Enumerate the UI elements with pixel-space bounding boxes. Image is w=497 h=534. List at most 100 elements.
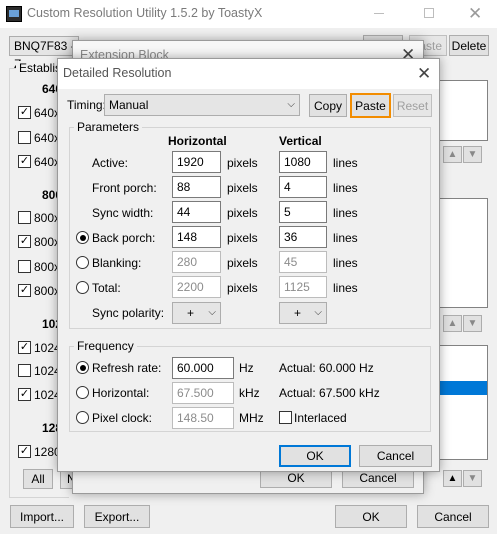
horizontal-frequency-label: Horizontal:: [92, 386, 150, 400]
res-checkbox-800-3[interactable]: [18, 260, 31, 273]
horizontal-column-header: Horizontal: [168, 134, 227, 148]
res-checkbox-800-2[interactable]: ✓: [18, 235, 31, 248]
dialog-ok-button[interactable]: OK: [279, 445, 351, 467]
cta-down-button[interactable]: ▼: [463, 315, 482, 332]
total-vertical-unit: lines: [333, 281, 358, 295]
blanking-label: Blanking:: [92, 256, 142, 270]
import-button[interactable]: Import...: [10, 505, 74, 528]
res-checkbox-800-4[interactable]: ✓: [18, 284, 31, 297]
blanking-horizontal-input[interactable]: 280: [172, 251, 221, 273]
maximize-icon[interactable]: [424, 8, 434, 18]
res-checkbox-800-1[interactable]: [18, 211, 31, 224]
refresh-rate-unit: Hz: [239, 361, 254, 375]
sync-polarity-label: Sync polarity:: [92, 306, 165, 320]
horizontal-frequency-unit: kHz: [239, 386, 260, 400]
refresh-rate-input[interactable]: 60.000: [172, 357, 234, 379]
timing-select[interactable]: Manual ⌵: [104, 94, 300, 116]
total-horizontal-input[interactable]: 2200: [172, 276, 221, 298]
horizontal-frequency-input[interactable]: 67.500: [172, 382, 234, 404]
close-icon[interactable]: ✕: [468, 5, 482, 22]
extension-up-button[interactable]: ▲: [443, 470, 462, 487]
copy-button[interactable]: Copy: [309, 94, 347, 117]
active-label: Active:: [92, 156, 129, 170]
back-porch-horizontal-unit: pixels: [227, 231, 258, 245]
back-porch-vertical-input[interactable]: 36: [279, 226, 327, 248]
vertical-polarity-select[interactable]: + ⌵: [279, 302, 327, 324]
back-porch-horizontal-input[interactable]: 148: [172, 226, 221, 248]
paste-button[interactable]: Paste: [350, 93, 391, 118]
front-porch-vertical-unit: lines: [333, 181, 358, 195]
total-radio[interactable]: [76, 281, 89, 294]
interlaced-checkbox[interactable]: [279, 411, 292, 424]
back-porch-label: Back porch:: [92, 231, 156, 245]
main-cancel-button[interactable]: Cancel: [417, 505, 489, 528]
chevron-down-icon: ⌵: [208, 307, 216, 318]
dialog-cancel-button[interactable]: Cancel: [359, 445, 432, 467]
dialog-title-bar: Detailed Resolution ✕: [58, 59, 439, 89]
sync-width-horizontal-unit: pixels: [227, 206, 258, 220]
main-title-bar: Custom Resolution Utility 1.5.2 by Toast…: [0, 0, 497, 28]
detailed-up-button[interactable]: ▲: [443, 146, 462, 163]
timing-label: Timing:: [67, 98, 106, 112]
active-horizontal-input[interactable]: 1920: [172, 151, 221, 173]
detailed-down-button[interactable]: ▼: [463, 146, 482, 163]
res-checkbox-640-3[interactable]: ✓: [18, 155, 31, 168]
total-horizontal-unit: pixels: [227, 281, 258, 295]
blanking-horizontal-unit: pixels: [227, 256, 258, 270]
total-label: Total:: [92, 281, 121, 295]
front-porch-horizontal-input[interactable]: 88: [172, 176, 221, 198]
dialog-close-icon[interactable]: ✕: [417, 65, 431, 82]
refresh-rate-label: Refresh rate:: [92, 361, 162, 375]
pixel-clock-unit: MHz: [239, 411, 264, 425]
main-delete-button[interactable]: Delete: [449, 35, 489, 56]
res-checkbox-640-1[interactable]: ✓: [18, 106, 31, 119]
main-window-title: Custom Resolution Utility 1.5.2 by Toast…: [27, 6, 263, 20]
blanking-vertical-unit: lines: [333, 256, 358, 270]
res-checkbox-640-2[interactable]: [18, 131, 31, 144]
res-checkbox-1024-1[interactable]: ✓: [18, 341, 31, 354]
app-icon: [6, 6, 22, 22]
active-vertical-input[interactable]: 1080: [279, 151, 327, 173]
front-porch-vertical-input[interactable]: 4: [279, 176, 327, 198]
pixel-clock-radio[interactable]: [76, 411, 89, 424]
detailed-resolution-dialog: Detailed Resolution ✕ Timing: Manual ⌵ C…: [57, 58, 440, 472]
dialog-title: Detailed Resolution: [63, 66, 172, 80]
pixel-clock-input[interactable]: 148.50: [172, 407, 234, 429]
horizontal-frequency-radio[interactable]: [76, 386, 89, 399]
horizontal-frequency-actual: Actual: 67.500 kHz: [279, 386, 380, 400]
sync-width-vertical-unit: lines: [333, 206, 358, 220]
main-ok-button[interactable]: OK: [335, 505, 407, 528]
front-porch-label: Front porch:: [92, 181, 157, 195]
chevron-down-icon: ⌵: [287, 99, 295, 110]
reset-button[interactable]: Reset: [393, 94, 432, 117]
monitor-select[interactable]: BNQ7F83 - Z: [9, 36, 79, 71]
back-porch-vertical-unit: lines: [333, 231, 358, 245]
export-button[interactable]: Export...: [84, 505, 150, 528]
all-button[interactable]: All: [23, 469, 53, 489]
sync-width-label: Sync width:: [92, 206, 154, 220]
interlaced-label: Interlaced: [294, 411, 347, 425]
refresh-rate-actual: Actual: 60.000 Hz: [279, 361, 374, 375]
active-vertical-unit: lines: [333, 156, 358, 170]
cta-up-button[interactable]: ▲: [443, 315, 462, 332]
refresh-rate-radio[interactable]: [76, 361, 89, 374]
blanking-vertical-input[interactable]: 45: [279, 251, 327, 273]
back-porch-radio[interactable]: [76, 231, 89, 244]
parameters-title: Parameters: [74, 120, 143, 134]
active-horizontal-unit: pixels: [227, 156, 258, 170]
vertical-column-header: Vertical: [279, 134, 322, 148]
horizontal-polarity-select[interactable]: + ⌵: [172, 302, 221, 324]
sync-width-vertical-input[interactable]: 5: [279, 201, 327, 223]
minimize-icon[interactable]: [374, 13, 384, 14]
res-checkbox-1024-2[interactable]: [18, 364, 31, 377]
frequency-title: Frequency: [74, 339, 137, 353]
res-checkbox-1280-1[interactable]: ✓: [18, 445, 31, 458]
extension-down-button[interactable]: ▼: [463, 470, 482, 487]
sync-width-horizontal-input[interactable]: 44: [172, 201, 221, 223]
chevron-down-icon: ⌵: [314, 307, 322, 318]
res-checkbox-1024-3[interactable]: ✓: [18, 388, 31, 401]
total-vertical-input[interactable]: 1125: [279, 276, 327, 298]
front-porch-horizontal-unit: pixels: [227, 181, 258, 195]
pixel-clock-label: Pixel clock:: [92, 411, 153, 425]
blanking-radio[interactable]: [76, 256, 89, 269]
